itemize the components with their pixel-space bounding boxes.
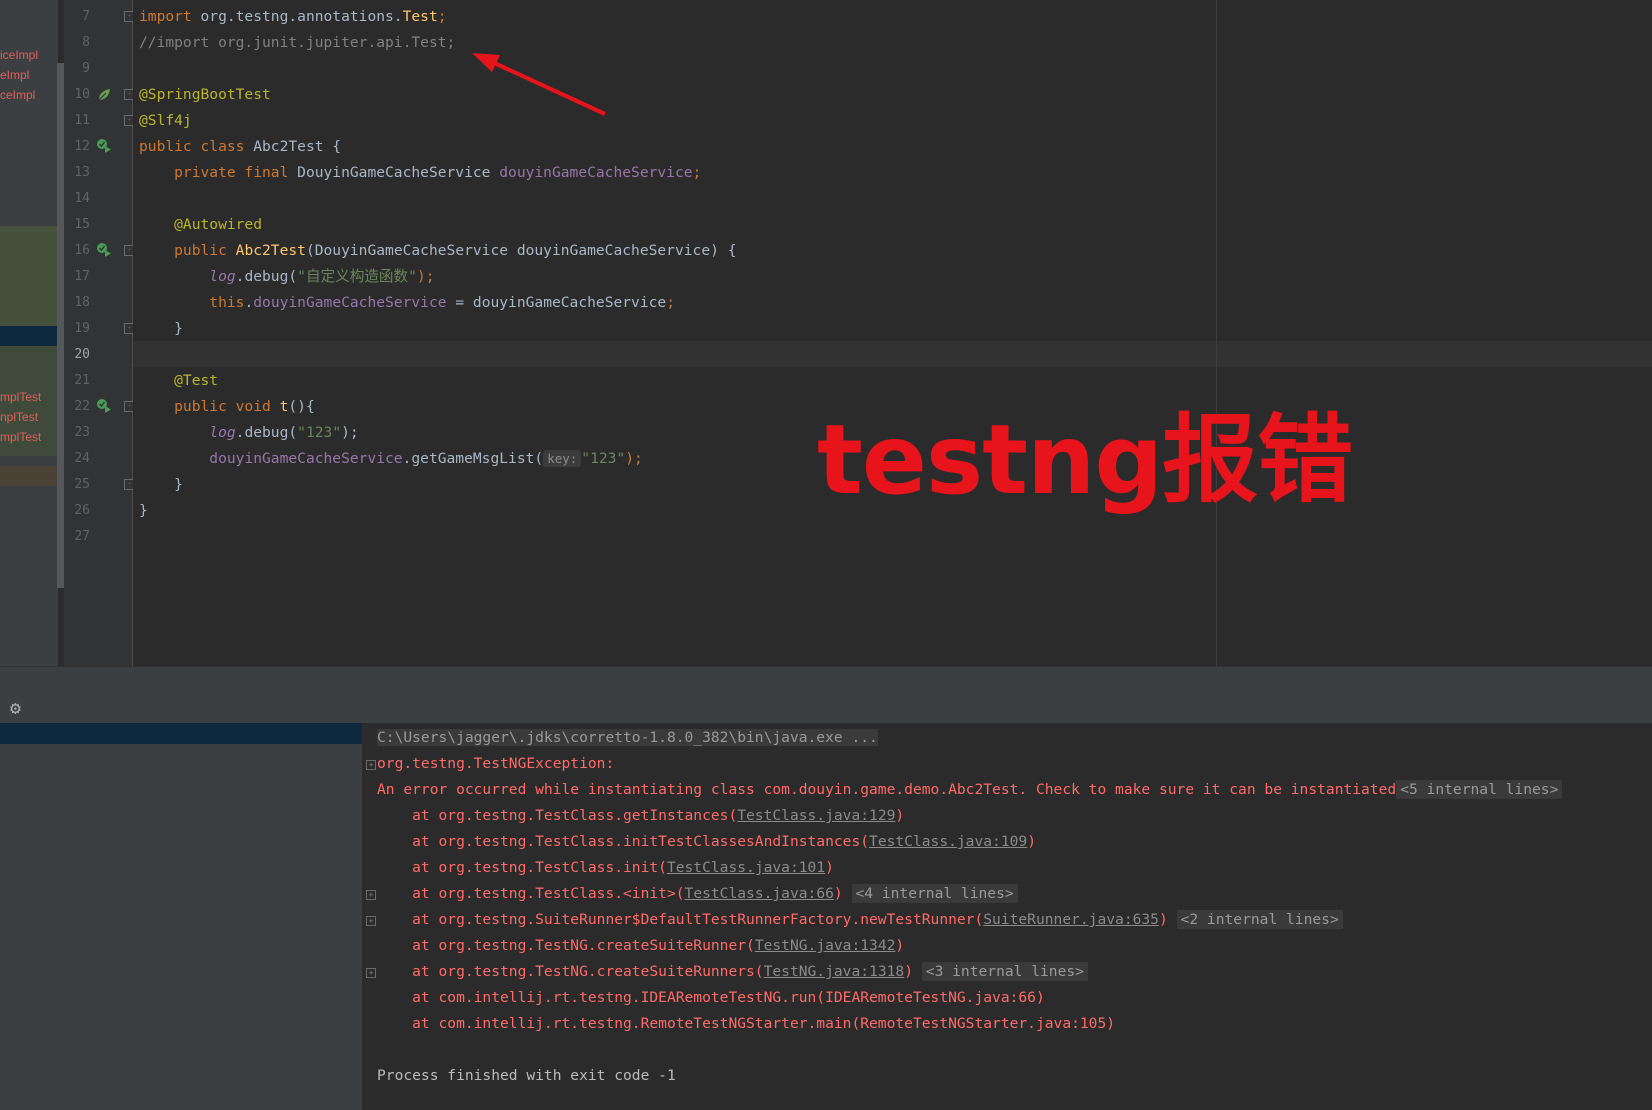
annotation-overlay-text: testng报错	[817, 404, 1353, 516]
internal-lines-fold[interactable]: <5 internal lines>	[1396, 780, 1563, 799]
line-number-current: 20	[74, 347, 90, 362]
source-link[interactable]: TestClass.java:129	[737, 807, 895, 824]
source-link[interactable]: SuiteRunner.java:635	[983, 911, 1159, 928]
stack-frame: at org.testng.TestNG.createSuiteRunner(T…	[377, 937, 905, 954]
process-finished-line: Process finished with exit code -1	[377, 1067, 676, 1084]
line-number: 17	[74, 269, 90, 284]
test-tree-selected-row[interactable]	[0, 723, 362, 744]
code-line: @Autowired	[139, 216, 263, 233]
code-line: douyinGameCacheService.getGameMsgList(ke…	[209, 450, 643, 467]
current-line-highlight	[133, 341, 1652, 367]
expand-icon[interactable]: +	[366, 890, 376, 900]
code-line: public class Abc2Test {	[139, 138, 342, 155]
line-number: 19	[74, 321, 90, 336]
expand-icon[interactable]: +	[366, 760, 376, 770]
code-line: //import org.junit.jupiter.api.Test;	[139, 34, 456, 51]
code-editor[interactable]: import org.testng.annotations.Test; //im…	[133, 0, 1652, 666]
tree-item[interactable]: mplTest	[0, 390, 41, 404]
project-tree-panel: iceImpl eImpl ceImpl mplTest nplTest mpl…	[0, 0, 58, 666]
line-number: 23	[74, 425, 90, 440]
vertical-scrollbar[interactable]	[57, 63, 64, 588]
tree-item[interactable]: iceImpl	[0, 48, 38, 62]
console-exception-line: org.testng.TestNGException:	[377, 755, 615, 772]
editor-gutter: 7 8 9 10 11 12 13 14 15 16 17 18 19 20 2…	[64, 0, 135, 666]
line-number: 14	[74, 191, 90, 206]
code-line: public Abc2Test(DouyinGameCacheService d…	[139, 242, 737, 259]
gear-icon[interactable]: ⚙	[10, 698, 21, 719]
internal-lines-fold[interactable]: <3 internal lines>	[921, 962, 1088, 981]
expand-icon[interactable]: +	[366, 916, 376, 926]
run-console[interactable]: C:\Users\jagger\.jdks\corretto-1.8.0_382…	[362, 723, 1652, 1110]
tool-window-splitter[interactable]	[0, 666, 1652, 696]
line-number: 11	[74, 113, 90, 128]
right-margin-guide	[1216, 0, 1217, 666]
line-number: 22	[74, 399, 90, 414]
tree-highlight	[0, 226, 58, 326]
line-number: 24	[74, 451, 90, 466]
stack-frame: at org.testng.TestClass.getInstances(Tes…	[377, 807, 905, 824]
stack-frame: at com.intellij.rt.testng.RemoteTestNGSt…	[377, 1015, 1116, 1032]
test-results-tree[interactable]	[0, 723, 363, 1110]
source-link[interactable]: TestClass.java:101	[667, 859, 825, 876]
source-link[interactable]: TestClass.java:66	[685, 885, 834, 902]
stack-frame: at org.testng.TestClass.initTestClassesA…	[377, 833, 1036, 850]
run-test-icon[interactable]	[96, 242, 112, 258]
code-line: @Slf4j	[139, 112, 192, 129]
console-command-line: C:\Users\jagger\.jdks\corretto-1.8.0_382…	[377, 729, 878, 746]
code-line: private final DouyinGameCacheService dou…	[139, 164, 702, 181]
code-line: log.debug("自定义构造函数");	[209, 268, 435, 285]
line-number: 15	[74, 217, 90, 232]
stack-frame: at org.testng.TestNG.createSuiteRunners(…	[377, 959, 1088, 985]
code-line: @Test	[139, 372, 219, 389]
parameter-hint: key:	[543, 450, 582, 467]
line-number: 25	[74, 477, 90, 492]
code-line: }	[139, 476, 183, 493]
source-link[interactable]: TestNG.java:1342	[755, 937, 896, 954]
line-number: 12	[74, 139, 90, 154]
line-number: 9	[82, 61, 90, 76]
code-line: log.debug("123");	[209, 424, 359, 441]
code-line: import org.testng.annotations.Test;	[139, 8, 447, 25]
line-number: 16	[74, 243, 90, 258]
stack-frame: at org.testng.TestClass.<init>(TestClass…	[377, 881, 1018, 907]
expand-icon[interactable]: +	[366, 968, 376, 978]
tree-item[interactable]: nplTest	[0, 410, 38, 424]
tree-highlight	[0, 466, 58, 486]
line-number: 27	[74, 529, 90, 544]
console-error-line: An error occurred while instantiating cl…	[377, 777, 1563, 803]
stack-frame: at com.intellij.rt.testng.IDEARemoteTest…	[377, 989, 1045, 1006]
line-number: 8	[82, 35, 90, 50]
source-link[interactable]: TestClass.java:109	[869, 833, 1027, 850]
run-test-icon[interactable]	[96, 138, 112, 154]
tree-item[interactable]: eImpl	[0, 68, 29, 82]
tree-item[interactable]: mplTest	[0, 430, 41, 444]
source-link[interactable]: TestNG.java:1318	[764, 963, 905, 980]
tree-item[interactable]: ceImpl	[0, 88, 35, 102]
code-line: @SpringBootTest	[139, 86, 271, 103]
internal-lines-fold[interactable]: <2 internal lines>	[1176, 910, 1343, 929]
line-number: 13	[74, 165, 90, 180]
line-number: 26	[74, 503, 90, 518]
line-number: 21	[74, 373, 90, 388]
line-number: 10	[74, 87, 90, 102]
code-line: public void t(){	[139, 398, 315, 415]
line-number: 18	[74, 295, 90, 310]
internal-lines-fold[interactable]: <4 internal lines>	[851, 884, 1018, 903]
run-toolbar: ⚙	[0, 695, 1652, 724]
stack-frame: at org.testng.TestClass.init(TestClass.j…	[377, 859, 834, 876]
run-test-icon[interactable]	[96, 398, 112, 414]
spring-bean-icon[interactable]	[96, 87, 112, 103]
stack-frame: at org.testng.SuiteRunner$DefaultTestRun…	[377, 907, 1343, 933]
code-line: }	[139, 320, 183, 337]
code-line: this.douyinGameCacheService = douyinGame…	[209, 294, 675, 311]
line-number: 7	[82, 9, 90, 24]
code-line: }	[139, 502, 148, 519]
tree-selection	[0, 326, 58, 346]
